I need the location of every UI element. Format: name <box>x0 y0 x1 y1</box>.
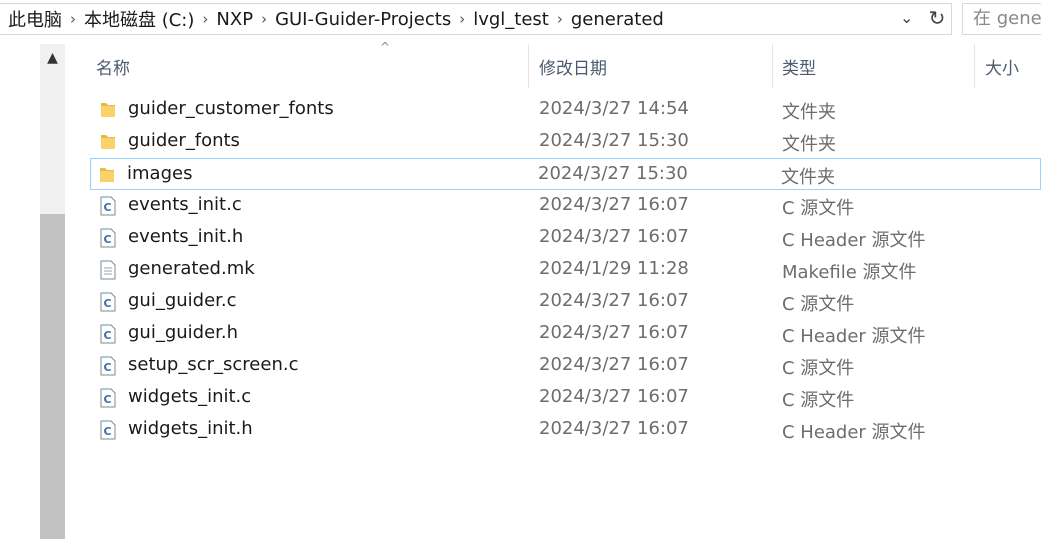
breadcrumb-item-this-pc[interactable]: 此电脑 <box>0 6 68 32</box>
c-file-icon: C <box>100 292 116 312</box>
file-row[interactable]: Cgui_guider.c 2024/3/27 16:07 C 源文件 <box>92 286 1041 318</box>
file-modified-date: 2024/3/27 16:07 <box>539 418 689 439</box>
svg-text:C: C <box>104 201 112 214</box>
c-file-icon: C <box>100 420 116 440</box>
file-modified-date: 2024/3/27 16:07 <box>539 226 689 247</box>
file-modified-date: 2024/3/27 16:07 <box>539 386 689 407</box>
file-row[interactable]: images 2024/3/27 15:30 文件夹 <box>90 158 1041 190</box>
folder-icon <box>99 165 115 185</box>
column-divider[interactable] <box>974 44 975 88</box>
folder-icon <box>100 132 116 152</box>
file-type: Makefile 源文件 <box>782 262 917 283</box>
chevron-down-icon[interactable]: ⌄ <box>900 8 913 27</box>
address-bar: 此电脑 › 本地磁盘 (C:) › NXP › GUI-Guider-Proje… <box>0 0 1041 38</box>
svg-text:C: C <box>104 425 112 438</box>
chevron-right-icon[interactable]: › <box>68 10 78 28</box>
file-modified-date: 2024/3/27 16:07 <box>539 194 689 215</box>
file-name[interactable]: images <box>127 163 192 184</box>
file-type: C 源文件 <box>782 358 855 379</box>
file-modified-date: 2024/3/27 15:30 <box>538 163 688 184</box>
column-header-row: ^ 名称 修改日期 类型 大小 <box>80 40 1041 88</box>
svg-text:C: C <box>104 329 112 342</box>
svg-text:C: C <box>104 233 112 246</box>
text-file-icon <box>100 260 116 280</box>
file-row[interactable]: generated.mk 2024/1/29 11:28 Makefile 源文件 <box>92 254 1041 286</box>
column-divider[interactable] <box>528 44 529 88</box>
file-type: C Header 源文件 <box>782 230 926 251</box>
file-name[interactable]: events_init.c <box>128 194 242 215</box>
file-modified-date: 2024/3/27 16:07 <box>539 290 689 311</box>
search-input[interactable]: 在 gener <box>962 3 1041 35</box>
file-name[interactable]: setup_scr_screen.c <box>128 354 298 375</box>
file-type: C 源文件 <box>782 294 855 315</box>
chevron-right-icon[interactable]: › <box>259 10 269 28</box>
scroll-up-arrow-icon[interactable]: ▲ <box>40 50 65 70</box>
file-modified-date: 2024/1/29 11:28 <box>539 258 689 279</box>
breadcrumb-item-generated[interactable]: generated <box>565 9 670 30</box>
svg-text:C: C <box>104 361 112 374</box>
file-type: C Header 源文件 <box>782 422 926 443</box>
c-file-icon: C <box>100 356 116 376</box>
file-row[interactable]: Cwidgets_init.h 2024/3/27 16:07 C Header 源… <box>92 414 1041 446</box>
file-row[interactable]: Cevents_init.h 2024/3/27 16:07 C Header 源文… <box>92 222 1041 254</box>
chevron-right-icon[interactable]: › <box>457 10 467 28</box>
breadcrumb-item-gui-guider-projects[interactable]: GUI-Guider-Projects <box>269 9 457 30</box>
file-name[interactable]: gui_guider.c <box>128 290 237 311</box>
svg-text:C: C <box>104 297 112 310</box>
file-type: 文件夹 <box>782 102 836 123</box>
file-type: C 源文件 <box>782 390 855 411</box>
c-file-icon: C <box>100 388 116 408</box>
file-type: C 源文件 <box>782 198 855 219</box>
breadcrumb-item-nxp[interactable]: NXP <box>210 9 259 30</box>
file-name[interactable]: widgets_init.h <box>128 418 253 439</box>
file-type: 文件夹 <box>782 134 836 155</box>
file-row[interactable]: Cevents_init.c 2024/3/27 16:07 C 源文件 <box>92 190 1041 222</box>
c-file-icon: C <box>100 324 116 344</box>
chevron-right-icon[interactable]: › <box>555 10 565 28</box>
file-row[interactable]: guider_fonts 2024/3/27 15:30 文件夹 <box>92 126 1041 158</box>
file-modified-date: 2024/3/27 14:54 <box>539 98 689 119</box>
refresh-icon[interactable]: ↻ <box>925 5 949 31</box>
breadcrumb-item-lvgl-test[interactable]: lvgl_test <box>467 9 555 30</box>
file-name[interactable]: widgets_init.c <box>128 386 251 407</box>
c-file-icon: C <box>100 228 116 248</box>
file-name[interactable]: guider_customer_fonts <box>128 98 334 119</box>
chevron-right-icon[interactable]: › <box>200 10 210 28</box>
file-modified-date: 2024/3/27 16:07 <box>539 322 689 343</box>
scrollbar-thumb[interactable] <box>40 214 65 539</box>
file-name[interactable]: guider_fonts <box>128 130 240 151</box>
svg-text:C: C <box>104 393 112 406</box>
column-header-size[interactable]: 大小 <box>985 54 1019 79</box>
file-type: 文件夹 <box>781 167 835 188</box>
file-name[interactable]: gui_guider.h <box>128 322 238 343</box>
sort-up-icon: ^ <box>380 40 391 54</box>
column-header-date[interactable]: 修改日期 <box>539 54 607 79</box>
file-modified-date: 2024/3/27 15:30 <box>539 130 689 151</box>
file-type: C Header 源文件 <box>782 326 926 347</box>
file-modified-date: 2024/3/27 16:07 <box>539 354 689 375</box>
file-name[interactable]: generated.mk <box>128 258 255 279</box>
file-name[interactable]: events_init.h <box>128 226 243 247</box>
file-row[interactable]: Csetup_scr_screen.c 2024/3/27 16:07 C 源文件 <box>92 350 1041 382</box>
breadcrumb-item-local-disk[interactable]: 本地磁盘 (C:) <box>78 6 200 32</box>
scrollbar[interactable]: ▲ <box>40 44 65 539</box>
folder-icon <box>100 100 116 120</box>
c-file-icon: C <box>100 196 116 216</box>
file-row[interactable]: Cwidgets_init.c 2024/3/27 16:07 C 源文件 <box>92 382 1041 414</box>
file-row[interactable]: guider_customer_fonts 2024/3/27 14:54 文件夹 <box>92 94 1041 126</box>
column-header-type[interactable]: 类型 <box>782 54 816 79</box>
column-header-name[interactable]: 名称 <box>96 54 130 79</box>
breadcrumb[interactable]: 此电脑 › 本地磁盘 (C:) › NXP › GUI-Guider-Proje… <box>0 3 952 35</box>
column-divider[interactable] <box>772 44 773 88</box>
file-list: guider_customer_fonts 2024/3/27 14:54 文件夹 g… <box>90 94 1041 446</box>
file-row[interactable]: Cgui_guider.h 2024/3/27 16:07 C Header 源文件 <box>92 318 1041 350</box>
